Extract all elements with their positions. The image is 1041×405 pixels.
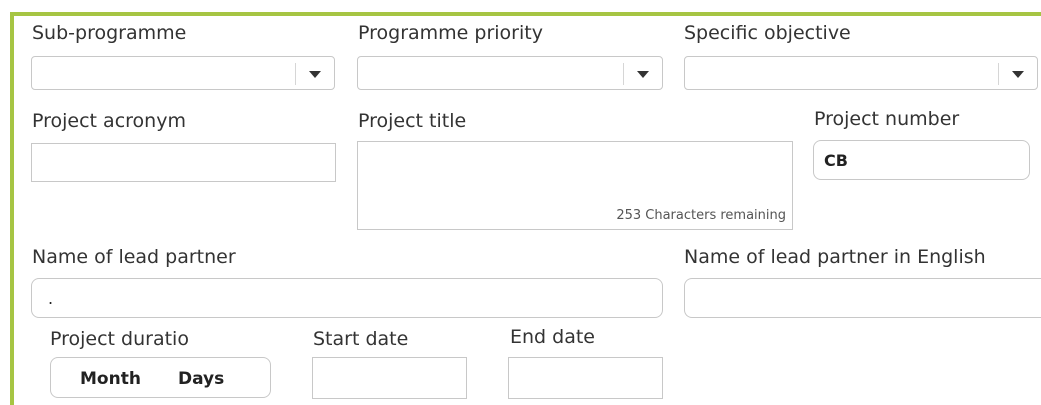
- start-date-input[interactable]: [312, 357, 467, 399]
- project-title-label: Project title: [358, 110, 467, 132]
- project-number-label: Project number: [814, 108, 960, 130]
- accent-border-top: [10, 12, 1041, 16]
- project-number-input[interactable]: CB: [813, 140, 1030, 180]
- programme-priority-select[interactable]: [357, 56, 663, 90]
- select-divider: [623, 63, 624, 85]
- lead-partner-name-input[interactable]: .: [31, 278, 663, 318]
- end-date-label: End date: [510, 326, 595, 348]
- programme-priority-label: Programme priority: [358, 22, 543, 44]
- project-title-textarea[interactable]: 253 Characters remaining: [357, 141, 793, 230]
- lead-partner-name-label: Name of lead partner: [32, 246, 236, 268]
- duration-days-value: Days: [178, 369, 225, 389]
- specific-objective-label: Specific objective: [684, 22, 851, 44]
- project-acronym-label: Project acronym: [32, 110, 186, 132]
- chevron-down-icon[interactable]: [1012, 71, 1024, 78]
- lead-partner-name-en-label: Name of lead partner in English: [684, 246, 986, 268]
- chevron-down-icon[interactable]: [309, 71, 321, 78]
- characters-remaining-hint: 253 Characters remaining: [616, 208, 786, 223]
- duration-month-value: Month: [80, 369, 141, 389]
- start-date-label: Start date: [313, 328, 409, 350]
- sub-programme-label: Sub-programme: [32, 22, 187, 44]
- project-acronym-input[interactable]: [31, 143, 336, 182]
- lead-partner-name-value: .: [48, 289, 54, 308]
- project-number-value: CB: [824, 151, 848, 170]
- lead-partner-name-en-input[interactable]: [684, 278, 1041, 318]
- project-duration-input[interactable]: Month Days: [50, 357, 271, 398]
- end-date-input[interactable]: [508, 357, 663, 399]
- chevron-down-icon[interactable]: [637, 71, 649, 78]
- select-divider: [998, 63, 999, 85]
- project-form: Sub-programme Programme priority Specifi…: [0, 0, 1041, 405]
- accent-border-left: [10, 12, 14, 405]
- project-duration-label: Project duratio: [50, 328, 189, 350]
- specific-objective-select[interactable]: [684, 56, 1038, 90]
- project-duration-label-clip: Project duratio: [50, 326, 222, 352]
- sub-programme-select[interactable]: [31, 56, 335, 90]
- select-divider: [295, 63, 296, 85]
